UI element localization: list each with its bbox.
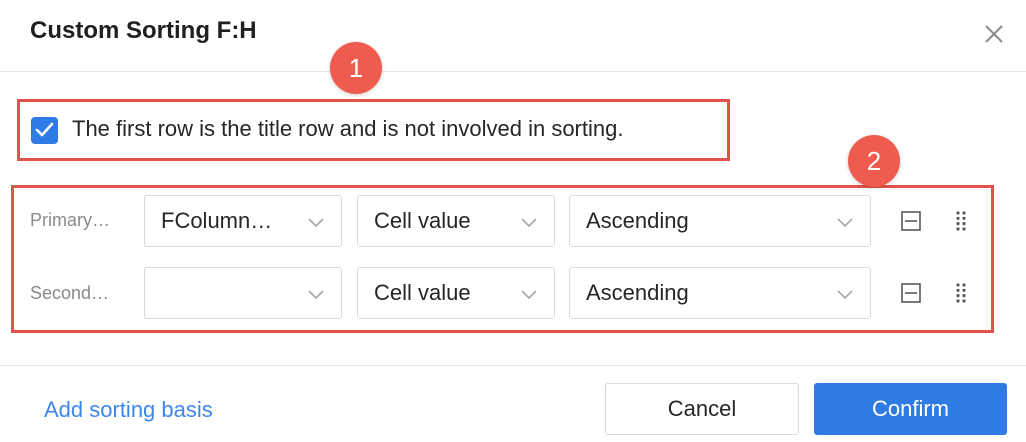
sort-on-select-value: Cell value (374, 280, 471, 305)
drag-handle-icon[interactable] (955, 282, 967, 309)
footer-divider (0, 365, 1026, 366)
column-select[interactable] (144, 267, 342, 319)
callout-badge-1: 1 (330, 42, 382, 94)
close-icon[interactable] (980, 20, 1008, 48)
first-row-title-checkbox[interactable] (31, 117, 58, 144)
column-select-value: FColumn… (161, 208, 273, 233)
dialog-header: Custom Sorting F:H (0, 0, 1026, 72)
sort-on-select[interactable]: Cell value (357, 267, 555, 319)
column-select[interactable]: FColumn… (144, 195, 342, 247)
dialog-title: Custom Sorting F:H (30, 17, 257, 44)
drag-handle-icon[interactable] (955, 210, 967, 237)
order-select-value: Ascending (586, 208, 689, 233)
sort-on-select-value: Cell value (374, 208, 471, 233)
order-select-value: Ascending (586, 280, 689, 305)
chevron-down-icon (308, 290, 324, 300)
chevron-down-icon (521, 218, 537, 228)
order-select[interactable]: Ascending (569, 195, 871, 247)
add-sorting-basis-link[interactable]: Add sorting basis (44, 397, 213, 423)
order-select[interactable]: Ascending (569, 267, 871, 319)
sort-on-select[interactable]: Cell value (357, 195, 555, 247)
chevron-down-icon (837, 290, 853, 300)
chevron-down-icon (837, 218, 853, 228)
sort-rule-label: Second… (30, 283, 110, 303)
remove-rule-icon[interactable] (900, 210, 922, 237)
confirm-button[interactable]: Confirm (814, 383, 1007, 435)
sort-rule-label: Primary… (30, 210, 110, 230)
cancel-button[interactable]: Cancel (605, 383, 799, 435)
remove-rule-icon[interactable] (900, 282, 922, 309)
chevron-down-icon (308, 218, 324, 228)
first-row-title-label: The first row is the title row and is no… (72, 116, 624, 141)
callout-badge-2: 2 (848, 135, 900, 187)
chevron-down-icon (521, 290, 537, 300)
